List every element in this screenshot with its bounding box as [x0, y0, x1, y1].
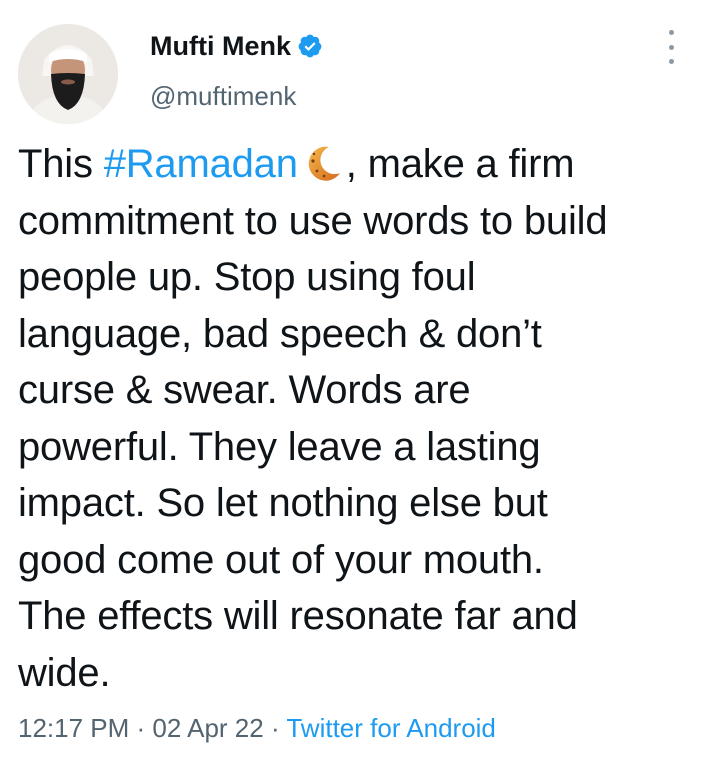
tweet-line: The effects will resonate far and [18, 594, 578, 638]
tweet-line: commitment to use words to build [18, 198, 608, 243]
tweet-line: powerful. They leave a lasting [18, 424, 541, 469]
more-options-icon[interactable] [658, 30, 684, 64]
text-segment: This [18, 142, 104, 186]
avatar-image [18, 24, 118, 124]
author-name[interactable]: Mufti Menk [150, 30, 291, 62]
hashtag-link[interactable]: #Ramadan [104, 142, 298, 186]
verified-badge-icon [297, 33, 323, 59]
crescent-moon-icon [302, 142, 344, 182]
tweet-line: wide. [18, 650, 111, 695]
tweet-text: This #Ramadan , make a firm commitment to… [18, 136, 698, 701]
menu-dot [668, 59, 674, 64]
author-name-row: Mufti Menk [150, 30, 323, 62]
meta-separator: · [129, 713, 153, 743]
text-segment: , make a firm [345, 142, 575, 186]
tweet-source-link[interactable]: Twitter for Android [286, 713, 496, 743]
tweet-line: curse & swear. Words are [18, 368, 471, 412]
tweet-card: Mufti Menk @muftimenk This #Ramadan , mak… [0, 0, 709, 774]
tweet-time[interactable]: 12:17 PM [18, 713, 129, 743]
author-avatar[interactable] [18, 24, 118, 124]
tweet-date[interactable]: 02 Apr 22 [152, 713, 263, 743]
tweet-line: good come out of your mouth. [18, 537, 544, 582]
tweet-line: people up. Stop using foul [18, 255, 476, 299]
menu-dot [668, 30, 674, 35]
tweet-line: language, bad speech & don’t [18, 311, 542, 356]
menu-dot [668, 44, 674, 50]
author-handle[interactable]: @muftimenk [150, 80, 296, 112]
meta-separator: · [263, 713, 287, 743]
tweet-line: impact. So let nothing else but [18, 481, 548, 525]
tweet-meta: 12:17 PM · 02 Apr 22 · Twitter for Andro… [18, 711, 496, 745]
tweet-line-1: This #Ramadan , make a firm [18, 136, 698, 193]
